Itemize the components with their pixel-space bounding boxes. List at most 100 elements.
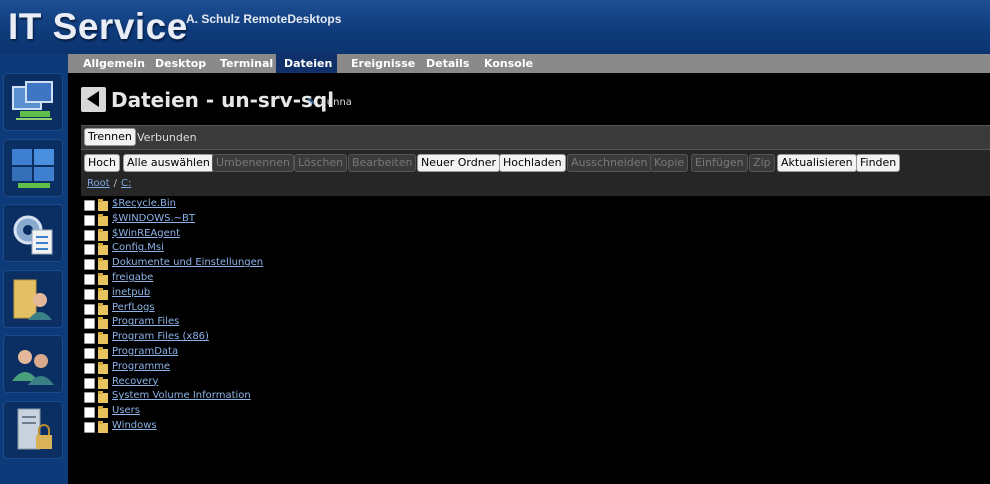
list-item: ProgramData — [84, 346, 384, 360]
select-checkbox[interactable] — [84, 229, 95, 241]
folder-icon — [98, 199, 108, 211]
edit-button[interactable]: Bearbeiten — [348, 154, 417, 172]
select-checkbox[interactable] — [84, 200, 95, 211]
folder-icon — [98, 317, 108, 330]
folder-icon — [98, 361, 108, 374]
folder-icon — [98, 302, 108, 315]
breadcrumb-current[interactable]: C: — [121, 178, 131, 189]
paste-button[interactable]: Einfügen — [691, 154, 748, 172]
sidebar-item-remote-computers[interactable] — [3, 73, 63, 131]
new-folder-button[interactable]: Neuer Ordner — [417, 154, 500, 172]
folder-link[interactable]: ProgramData — [112, 346, 178, 357]
folder-icon — [98, 406, 108, 419]
cut-button[interactable]: Ausschneiden — [567, 154, 652, 172]
list-item: freigabe — [84, 272, 384, 286]
select-all-button[interactable]: Alle auswählen — [123, 154, 214, 172]
select-checkbox[interactable] — [84, 362, 95, 374]
list-item: $WINDOWS.~BT — [84, 213, 384, 227]
page-title: Dateien - un-srv-sql — [111, 88, 335, 112]
folder-icon — [98, 347, 108, 359]
folder-link[interactable]: Recovery — [112, 376, 158, 387]
list-item: $WinREAgent — [84, 228, 384, 242]
sidebar-item-users[interactable] — [3, 335, 63, 393]
tab-desktop[interactable]: Desktop — [147, 54, 214, 73]
folder-link[interactable]: Windows — [112, 420, 157, 431]
list-item: $Recycle.Bin — [84, 198, 384, 212]
list-item: Dokumente und Einstellungen — [84, 257, 384, 271]
sidebar-item-windows-computers[interactable] — [3, 139, 63, 197]
tab-dateien[interactable]: Dateien — [276, 54, 337, 73]
list-item: Recovery — [84, 376, 384, 390]
copy-button[interactable]: Kopie — [650, 154, 689, 172]
folder-link[interactable]: Program Files (x86) — [112, 331, 209, 342]
connection-status: Verbunden — [137, 131, 197, 144]
folder-link[interactable]: inetpub — [112, 287, 150, 298]
list-item: PerfLogs — [84, 302, 384, 316]
folder-icon — [98, 391, 108, 404]
select-checkbox[interactable] — [84, 348, 95, 359]
up-button[interactable]: Hoch — [84, 154, 121, 172]
select-checkbox[interactable] — [84, 318, 95, 330]
select-checkbox[interactable] — [84, 244, 95, 256]
list-item: Programme — [84, 361, 384, 375]
folder-link[interactable]: PerfLogs — [112, 302, 155, 313]
select-checkbox[interactable] — [84, 422, 95, 433]
folder-icon — [98, 421, 108, 433]
select-checkbox[interactable] — [84, 214, 95, 226]
zip-button[interactable]: Zip — [749, 154, 775, 172]
users-icon — [12, 350, 54, 385]
breadcrumb: Root / C: — [87, 178, 131, 189]
sidebar-item-user-files[interactable] — [3, 270, 63, 328]
rename-button[interactable]: Umbenennen — [212, 154, 294, 172]
tab-konsole[interactable]: Konsole — [476, 54, 541, 73]
remote-computers-icon — [12, 81, 53, 120]
tab-allgemein[interactable]: Allgemein — [75, 54, 153, 73]
list-item: Config.Msi — [84, 242, 384, 256]
select-checkbox[interactable] — [84, 288, 95, 300]
folder-link[interactable]: System Volume Information — [112, 390, 251, 401]
folder-link[interactable]: $WinREAgent — [112, 228, 180, 239]
select-checkbox[interactable] — [84, 392, 95, 404]
folder-link[interactable]: Users — [112, 405, 140, 416]
select-checkbox[interactable] — [84, 259, 95, 271]
app-title: IT Service — [8, 6, 188, 47]
back-button[interactable] — [81, 87, 106, 112]
app-subtitle: A. Schulz RemoteDesktops — [186, 12, 342, 26]
tab-terminal[interactable]: Terminal — [212, 54, 281, 73]
tab-details[interactable]: Details — [418, 54, 477, 73]
folder-link[interactable]: Dokumente und Einstellungen — [112, 257, 263, 268]
folder-icon — [98, 376, 108, 389]
refresh-button[interactable]: Aktualisieren — [777, 154, 857, 172]
breadcrumb-root[interactable]: Root — [87, 178, 110, 189]
select-checkbox[interactable] — [84, 303, 95, 315]
select-checkbox[interactable] — [84, 333, 95, 345]
folder-link[interactable]: $Recycle.Bin — [112, 198, 176, 209]
select-checkbox[interactable] — [84, 377, 95, 389]
file-toolbar: Hoch Alle auswählen Umbenennen Löschen B… — [81, 150, 990, 196]
select-checkbox[interactable] — [84, 274, 95, 285]
list-item: Windows — [84, 420, 384, 434]
list-item: Users — [84, 405, 384, 419]
settings-checklist-icon — [13, 215, 53, 255]
server-lock-icon — [17, 408, 52, 450]
windows-computers-icon — [12, 149, 54, 188]
folder-link[interactable]: freigabe — [112, 272, 153, 283]
page-subtitle: - unna — [320, 97, 352, 108]
sidebar-item-server-security[interactable] — [3, 401, 63, 459]
disconnect-button[interactable]: Trennen — [84, 128, 136, 146]
upload-button[interactable]: Hochladen — [499, 154, 566, 172]
delete-button[interactable]: Löschen — [294, 154, 348, 172]
folder-link[interactable]: Config.Msi — [112, 242, 164, 253]
folder-link[interactable]: Programme — [112, 361, 170, 372]
folder-link[interactable]: $WINDOWS.~BT — [112, 213, 195, 224]
sidebar-item-settings[interactable] — [3, 204, 63, 262]
folder-icon — [98, 258, 108, 271]
find-button[interactable]: Finden — [856, 154, 901, 172]
folder-icon — [98, 228, 108, 241]
edit-pencil-icon[interactable]: ✎ — [307, 97, 315, 108]
tab-ereignisse[interactable]: Ereignisse — [343, 54, 423, 73]
connection-bar: Trennen Verbunden — [81, 125, 990, 150]
list-item: Program Files — [84, 316, 384, 330]
select-checkbox[interactable] — [84, 407, 95, 419]
folder-link[interactable]: Program Files — [112, 316, 179, 327]
